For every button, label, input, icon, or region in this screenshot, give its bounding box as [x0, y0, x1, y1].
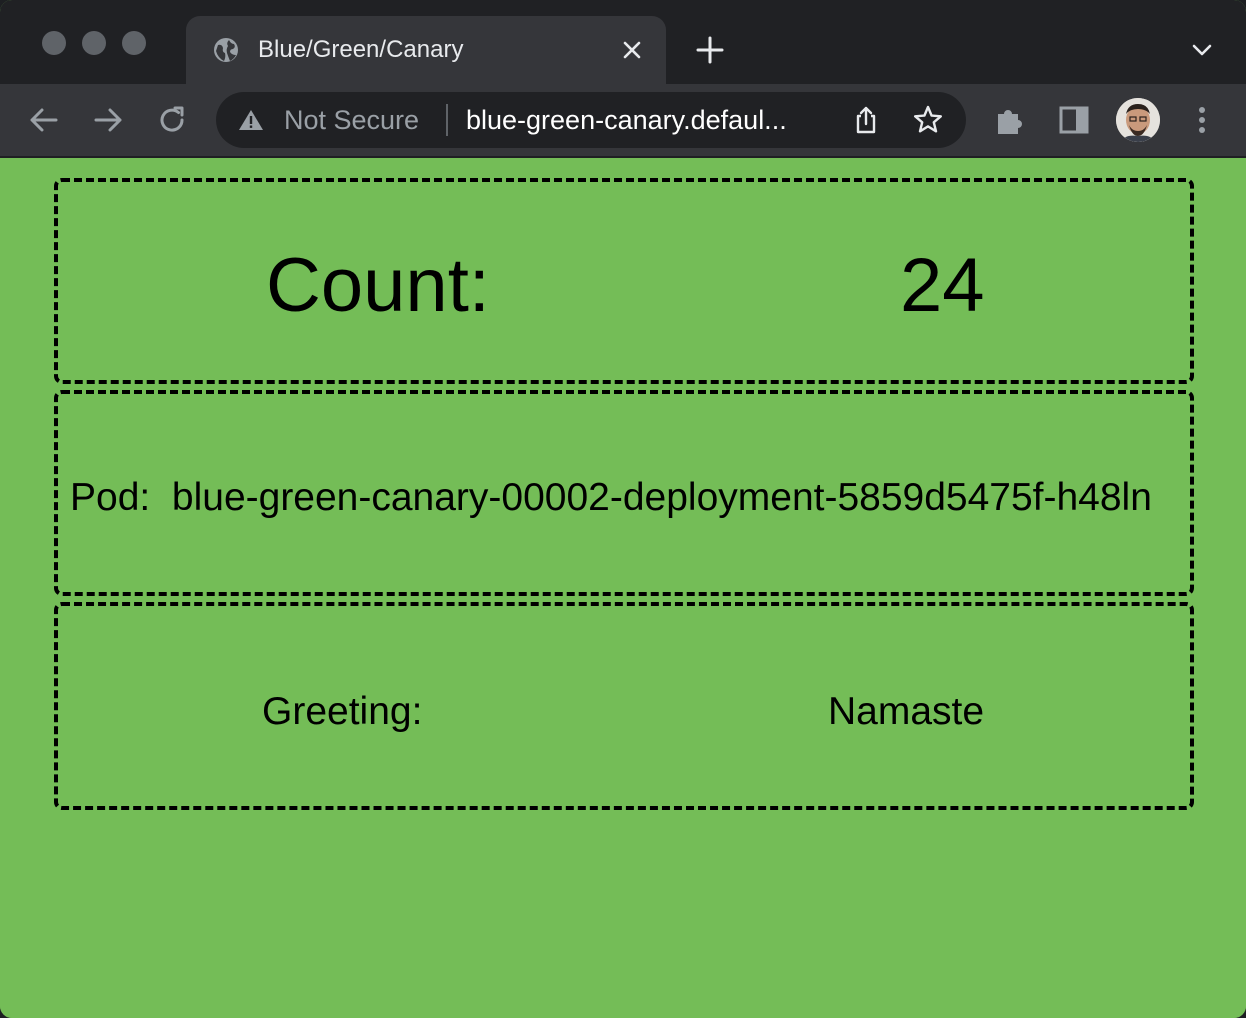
security-label[interactable]: Not Secure [284, 105, 419, 135]
tab-title: Blue/Green/Canary [258, 36, 464, 63]
tab-strip: Blue/Green/Canary [0, 0, 1246, 84]
chevron-down-icon[interactable] [1188, 36, 1216, 64]
greeting-panel: Greeting: Namaste [54, 602, 1194, 810]
address-divider [446, 104, 448, 136]
close-icon[interactable] [620, 38, 644, 62]
reload-icon[interactable] [154, 102, 190, 138]
pod-line: Pod: blue-green-canary-00002-deployment-… [70, 476, 1152, 520]
plus-icon[interactable] [694, 34, 726, 66]
arrow-right-icon[interactable] [90, 102, 126, 138]
pod-label: Pod: [70, 476, 151, 519]
pod-panel: Pod: blue-green-canary-00002-deployment-… [54, 390, 1194, 596]
share-icon[interactable] [850, 104, 882, 136]
greeting-value: Namaste [828, 690, 985, 733]
address-bar[interactable]: Not Secure blue-green-canary.defaul... [216, 92, 966, 148]
count-panel: Count: 24 [54, 178, 1194, 384]
side-panel-icon[interactable] [1056, 102, 1092, 138]
arrow-left-icon[interactable] [26, 102, 62, 138]
url-text[interactable]: blue-green-canary.defaul... [466, 105, 787, 135]
star-icon[interactable] [912, 104, 944, 136]
count-value: 24 [900, 243, 985, 328]
browser-toolbar: Not Secure blue-green-canary.defaul... [0, 84, 1246, 158]
pod-value: blue-green-canary-00002-deployment-5859d… [171, 476, 1152, 519]
window-minimize-control[interactable] [82, 31, 106, 55]
window-close-control[interactable] [42, 31, 66, 55]
puzzle-icon[interactable] [992, 102, 1028, 138]
page-content: Count: 24 Pod: blue-green-canary-00002-d… [0, 158, 1246, 1018]
kebab-icon[interactable] [1186, 102, 1218, 138]
warning-icon[interactable] [238, 108, 264, 132]
browser-window: Blue/Green/Canary Not Secure blue-green-… [0, 0, 1246, 1018]
browser-tab[interactable]: Blue/Green/Canary [186, 16, 666, 84]
globe-icon [212, 36, 240, 64]
count-label: Count: [266, 243, 490, 328]
window-zoom-control[interactable] [122, 31, 146, 55]
greeting-label: Greeting: [262, 690, 423, 733]
avatar[interactable] [1116, 98, 1160, 142]
